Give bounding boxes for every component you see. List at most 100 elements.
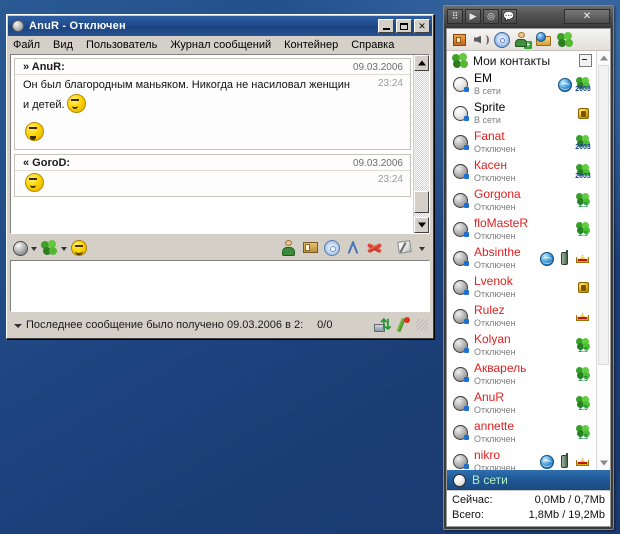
contact-status: Отключен [474,463,516,470]
traffic-row: Всего: 1,8Mb / 19,2Mb [452,508,605,523]
contact-badges [576,106,591,121]
contact-status: Отключен [474,434,516,444]
contact-names: Акварель Отключен [474,362,575,387]
chat-window: AnuR - Отключен ✕ Файл Вид Пользователь … [6,14,434,339]
pen-icon[interactable] [396,239,414,257]
contact-badges: 2003 [575,135,591,151]
contact-row[interactable]: Fanat Отключен 2003 [447,128,596,157]
folder-globe-icon[interactable] [536,31,552,48]
scrollbar-thumb[interactable] [598,65,609,365]
contact-list-titlebar[interactable]: ⠿ ▶ ◎ 💬 ✕ [444,6,613,26]
scissors-icon[interactable] [344,239,362,257]
contact-row[interactable]: floMasteR Отключен 1.5 [447,215,596,244]
contact-list-close-button[interactable]: ✕ [564,8,610,24]
chat-window-title: AnuR - Отключен [29,20,126,32]
menu-item-container[interactable]: Контейнер [284,39,338,51]
presence-icon [453,251,469,266]
chat-toolbar [10,236,430,260]
statusbar-dropdown-arrow-icon[interactable] [12,318,24,332]
clover-icon[interactable] [41,240,58,256]
contact-nickname: Lvenok [474,275,513,287]
message-input-panel [10,260,430,312]
menu-item-user[interactable]: Пользователь [86,39,157,51]
contact-list-window: ⠿ ▶ ◎ 💬 ✕ + Мои контакты EM В сети 2003 … [443,5,614,530]
clover-dropdown-arrow-icon[interactable] [60,240,69,256]
menu-item-view[interactable]: Вид [53,39,73,51]
contact-row[interactable]: Rulez Отключен [447,302,596,331]
scrollbar-track[interactable] [414,71,429,217]
chat-titlebar[interactable]: AnuR - Отключен ✕ [8,16,432,36]
contact-status: Отключен [474,144,516,154]
globe-icon [540,251,554,266]
chat-bubble-icon[interactable]: 💬 [501,8,517,24]
scrollbar-track[interactable] [597,65,610,456]
toolbar-overflow-arrow-icon[interactable] [418,240,427,256]
contact-row[interactable]: Absinthe Отключен [447,244,596,273]
contact-row[interactable]: Gorgona Отключен 1.5 [447,186,596,215]
own-status-bar[interactable]: В сети [447,470,610,490]
contact-row[interactable]: EM В сети 2003 [447,70,596,99]
presence-icon [453,309,469,324]
close-button[interactable]: ✕ [414,19,430,33]
message-nickname: « GoroD: [23,157,71,169]
add-user-icon[interactable]: + [515,31,532,49]
status-sphere-icon[interactable] [13,240,28,256]
smiley-picker-icon[interactable] [71,240,87,256]
menu-item-help[interactable]: Справка [351,39,394,51]
target-icon[interactable]: ◎ [483,8,499,24]
red-x-icon[interactable] [366,239,384,257]
contact-row[interactable]: Касен Отключен 2003 [447,157,596,186]
contact-row[interactable]: annette Отключен 1.5 [447,418,596,447]
contact-nickname: Absinthe [474,246,521,258]
grid-icon[interactable]: ⠿ [447,8,463,24]
chat-statusbar: Последнее сообщение было получено 09.03.… [10,315,430,335]
message-input[interactable] [11,261,429,311]
contact-row[interactable]: Kolyan Отключен 1.5 [447,331,596,360]
contact-status: Отключен [474,347,516,357]
box-icon[interactable] [302,239,320,257]
presence-icon [453,135,469,150]
contact-names: nikro Отключен [474,449,540,470]
contact-badges: 1.5 [575,425,591,441]
presence-icon [453,77,469,92]
menu-item-message-log[interactable]: Журнал сообщений [170,39,271,51]
resize-grip[interactable] [416,319,428,331]
contact-names: annette Отключен [474,420,575,445]
contact-row[interactable]: nikro Отключен [447,447,596,470]
contact-group-row[interactable]: Мои контакты [447,51,596,70]
person-icon[interactable] [280,239,298,257]
contact-row[interactable]: AnuR Отключен 1.5 [447,389,596,418]
menu-item-file[interactable]: Файл [13,39,40,51]
contact-names: Gorgona Отключен [474,188,575,213]
sound-icon[interactable] [473,32,489,48]
contact-row[interactable]: Акварель Отключен 1.5 [447,360,596,389]
scrollbar-thumb[interactable] [414,191,429,213]
contact-list-toolbar: + [447,29,610,51]
scroll-down-icon[interactable] [414,217,429,233]
contact-row[interactable]: Sprite В сети [447,99,596,128]
message-counter: 0/0 [317,319,333,331]
contact-list-scrollbar[interactable] [596,51,610,470]
chat-scrollbar[interactable] [413,55,429,233]
own-status-icon [453,473,466,487]
client-version-icon: 1.5 [575,222,591,238]
clover-icon[interactable] [557,31,573,48]
gear-icon[interactable] [494,31,510,48]
scroll-down-icon[interactable] [597,456,610,470]
pencil-icon[interactable] [396,317,411,333]
contact-row[interactable]: Lvenok Отключен [447,273,596,302]
message-text [23,173,353,193]
scroll-up-icon[interactable] [414,55,429,71]
maximize-button[interactable] [396,19,412,33]
status-dropdown-arrow-icon[interactable] [30,240,39,256]
traffic-now-value: 0,0Mb / 0,7Mb [534,494,605,506]
play-icon[interactable]: ▶ [465,8,481,24]
lock-icon[interactable] [452,32,468,48]
presence-icon [453,338,469,353]
contact-names: AnuR Отключен [474,391,575,416]
scroll-up-icon[interactable] [597,51,610,65]
network-status-icon[interactable]: ⇅ [374,316,392,333]
gear-icon[interactable] [324,240,340,256]
minimize-button[interactable] [378,19,394,33]
group-collapse-icon[interactable] [579,54,592,67]
